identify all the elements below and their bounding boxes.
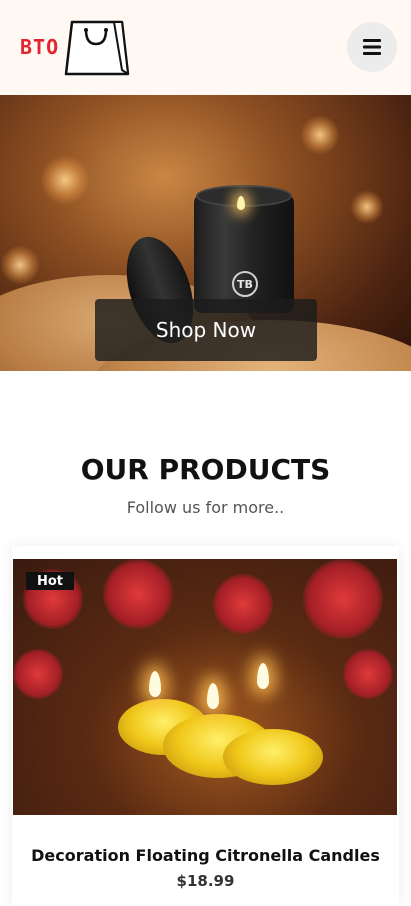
site-header: BTO	[0, 0, 411, 95]
product-price: $18.99	[176, 872, 235, 890]
product-image[interactable]	[13, 559, 397, 815]
hot-badge: Hot	[26, 572, 74, 590]
shop-now-button[interactable]: Shop Now	[95, 299, 317, 361]
logo-text: BTO	[20, 35, 60, 59]
section-title: OUR PRODUCTS	[80, 453, 331, 486]
section-subtitle: Follow us for more..	[126, 498, 285, 517]
bokeh-light	[40, 155, 90, 205]
product-name[interactable]: Decoration Floating Citronella Candles	[0, 846, 411, 865]
hamburger-icon	[363, 39, 381, 55]
menu-button[interactable]	[347, 22, 397, 72]
bokeh-light	[350, 190, 384, 224]
bokeh-light	[300, 115, 340, 155]
candle-flame	[207, 683, 219, 709]
candle-flame	[237, 196, 245, 210]
jar-logo: TB	[232, 271, 258, 297]
flower	[213, 574, 273, 634]
hero-banner: TB Shop Now	[0, 95, 411, 371]
bokeh-light	[0, 245, 40, 285]
floating-candle	[223, 729, 323, 785]
flower	[343, 649, 393, 699]
flower	[13, 649, 63, 699]
shopping-bag-icon	[64, 20, 130, 76]
candle-flame	[257, 663, 269, 689]
flower	[103, 559, 173, 629]
brand-logo[interactable]: BTO	[18, 18, 130, 78]
flower	[303, 559, 383, 639]
candle-flame	[149, 671, 161, 697]
